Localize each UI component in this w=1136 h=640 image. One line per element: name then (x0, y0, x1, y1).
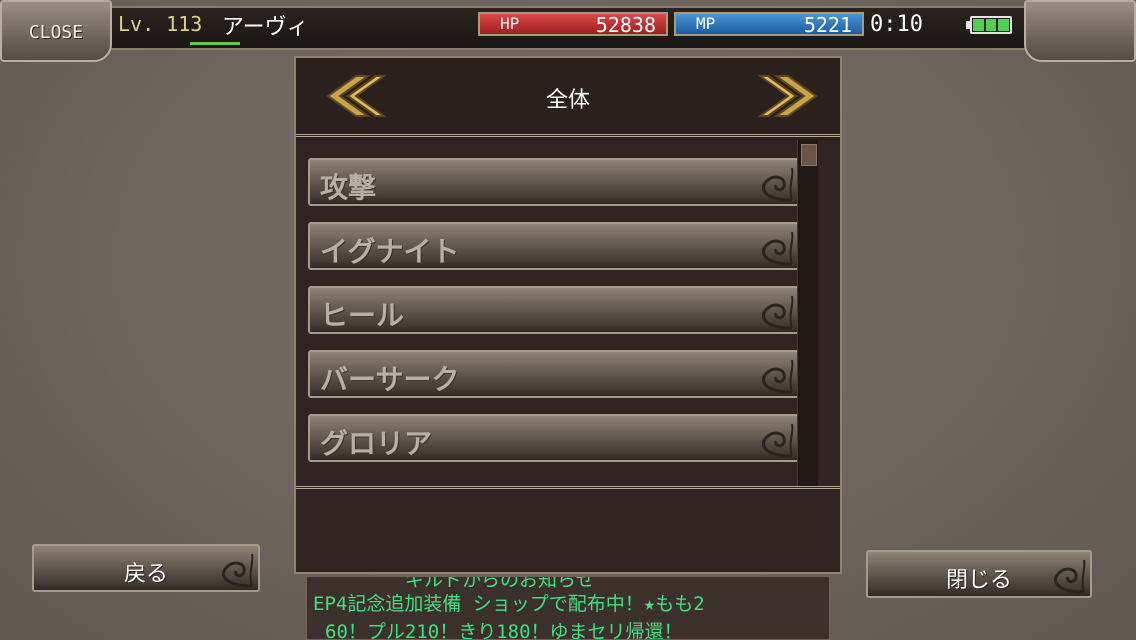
ticker-line: 60！プル210！きり180！ゆまセリ帰還！ (325, 621, 683, 640)
list-item-label: ヒール (320, 299, 405, 332)
hp-label: HP (500, 14, 520, 33)
swirl-ornament-icon (222, 553, 254, 588)
double-chevron-right-icon[interactable] (758, 74, 824, 118)
level-display: Lv. 113 (118, 12, 202, 36)
list-item-label: 攻撃 (320, 171, 377, 204)
battery-cell (998, 19, 1010, 31)
description-area (296, 490, 840, 572)
list-item[interactable]: バーサーク (308, 350, 800, 398)
corner-ornament (1024, 0, 1136, 62)
close-dialog-button[interactable]: 閉じる (866, 550, 1092, 598)
mp-value: 5221 (803, 13, 852, 37)
list-item-label: イグナイト (320, 235, 460, 268)
close-button-label: CLOSE (28, 22, 84, 43)
command-list[interactable]: 攻撃 イグナイト ヒール バーサーク グロリア (296, 140, 840, 489)
panel-header: 全体 (296, 58, 840, 137)
scroll-thumb[interactable] (801, 144, 817, 166)
swirl-ornament-icon (762, 167, 794, 202)
swirl-ornament-icon (762, 295, 794, 330)
swirl-ornament-icon (1054, 559, 1086, 594)
mp-label: MP (696, 14, 716, 33)
character-name: アーヴィ (222, 15, 309, 40)
list-item[interactable]: 攻撃 (308, 158, 800, 206)
back-button[interactable]: 戻る (32, 544, 260, 592)
hp-bar: HP 52838 (478, 12, 668, 37)
battery-icon (970, 16, 1012, 34)
list-item-label: バーサーク (320, 363, 460, 396)
hp-value: 52838 (595, 13, 656, 37)
swirl-ornament-icon (762, 423, 794, 458)
exp-bar (190, 42, 240, 45)
swirl-ornament-icon (762, 231, 794, 266)
battery-cell (985, 19, 997, 31)
command-panel: 全体 攻撃 イグナイト ヒール バーサーク グロリア (294, 56, 842, 574)
battery-cell (973, 19, 984, 31)
ticker-line: EP4記念追加装備 ショップで配布中！★もも2 (313, 593, 705, 615)
list-item[interactable]: ヒール (308, 286, 800, 334)
swirl-ornament-icon (762, 359, 794, 394)
level-prefix: Lv. (118, 12, 155, 36)
list-item[interactable]: グロリア (308, 414, 800, 462)
level-value: 113 (166, 12, 203, 36)
clock: 0:10 (870, 12, 923, 37)
list-item-label: グロリア (320, 427, 433, 460)
list-scrollbar[interactable] (797, 140, 818, 486)
news-ticker: ギルドからのお知らせ EP4記念追加装備 ショップで配布中！★もも2 60！プル… (306, 576, 830, 640)
list-item[interactable]: イグナイト (308, 222, 800, 270)
close-button[interactable]: CLOSE (0, 0, 112, 62)
mp-bar: MP 5221 (674, 12, 864, 37)
